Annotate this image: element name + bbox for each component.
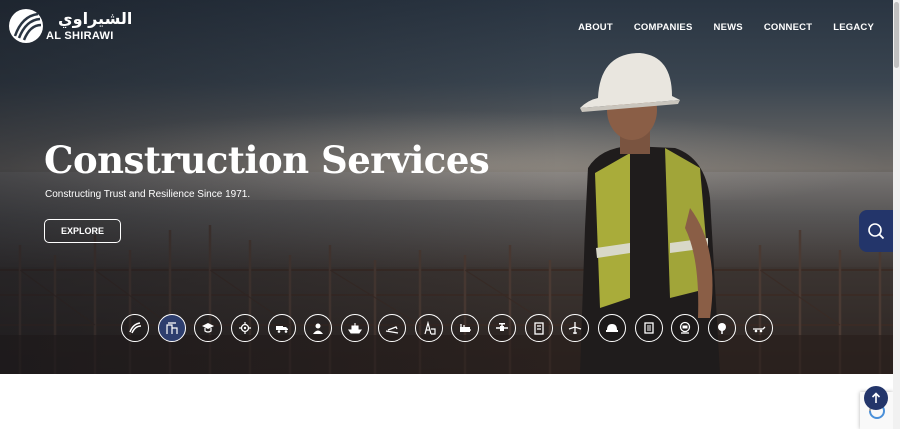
worker-icon — [313, 323, 324, 334]
nav-about[interactable]: ABOUT — [578, 22, 613, 33]
nav-connect[interactable]: CONNECT — [764, 22, 812, 33]
category-construction-site[interactable] — [157, 314, 186, 342]
nav-companies[interactable]: COMPANIES — [634, 22, 693, 33]
building-icon — [533, 322, 544, 335]
category-marine[interactable] — [341, 314, 370, 342]
logo[interactable]: الشيراوي AL SHIRAWI — [8, 8, 132, 44]
category-manpower[interactable] — [304, 314, 333, 342]
explore-button[interactable]: EXPLORE — [44, 219, 121, 243]
category-icon-row — [121, 314, 773, 342]
category-mep[interactable] — [487, 314, 516, 342]
category-engineering[interactable] — [451, 314, 480, 342]
category-technology[interactable] — [231, 314, 260, 342]
brand-swoosh-icon — [129, 322, 142, 334]
storage-icon — [643, 322, 654, 334]
category-safety[interactable] — [597, 314, 626, 342]
category-logistics[interactable] — [744, 314, 773, 342]
category-real-estate[interactable] — [524, 314, 553, 342]
ship-icon — [348, 323, 363, 334]
diver-icon — [680, 321, 691, 334]
hero-title: Construction Services — [44, 138, 490, 182]
category-shipping[interactable] — [377, 314, 406, 342]
graduation-cap-icon — [202, 323, 215, 333]
category-oil-gas[interactable] — [414, 314, 443, 342]
trailer-icon — [752, 326, 766, 333]
gear-chip-icon — [239, 322, 252, 334]
category-brand-swoosh[interactable] — [121, 314, 149, 342]
category-landscaping[interactable] — [708, 314, 736, 342]
search-icon — [868, 223, 885, 240]
logo-text: AL SHIRAWI — [46, 30, 114, 42]
nav-news[interactable]: NEWS — [714, 22, 743, 33]
construction-site-icon — [166, 322, 178, 334]
valve-icon — [495, 323, 508, 331]
main-nav: ABOUT COMPANIES NEWS CONNECT LEGACY — [578, 22, 874, 33]
category-storage[interactable] — [634, 314, 663, 342]
category-transport[interactable] — [267, 314, 296, 342]
engine-icon — [460, 324, 472, 332]
side-search-button[interactable] — [859, 210, 893, 252]
truck-icon — [275, 326, 288, 333]
arrow-up-icon — [871, 392, 881, 403]
category-diving[interactable] — [671, 314, 700, 342]
scrollbar-thumb[interactable] — [894, 2, 899, 68]
tanker-icon — [385, 326, 398, 334]
hero-subtitle: Constructing Trust and Resilience Since … — [45, 189, 251, 200]
page: الشيراوي AL SHIRAWI ABOUT COMPANIES NEWS… — [0, 0, 900, 429]
back-to-top-button[interactable] — [864, 386, 888, 410]
logo-arabic-text: الشيراوي — [58, 9, 133, 28]
oil-rig-icon — [423, 321, 436, 335]
plane-icon — [569, 322, 582, 334]
category-aviation[interactable] — [561, 314, 590, 342]
page-scrollbar[interactable] — [893, 0, 900, 429]
logo-mark-icon — [9, 9, 43, 43]
tree-icon — [718, 323, 726, 334]
category-education[interactable] — [194, 314, 223, 342]
nav-legacy[interactable]: LEGACY — [833, 22, 874, 33]
helmet-icon — [605, 324, 618, 332]
